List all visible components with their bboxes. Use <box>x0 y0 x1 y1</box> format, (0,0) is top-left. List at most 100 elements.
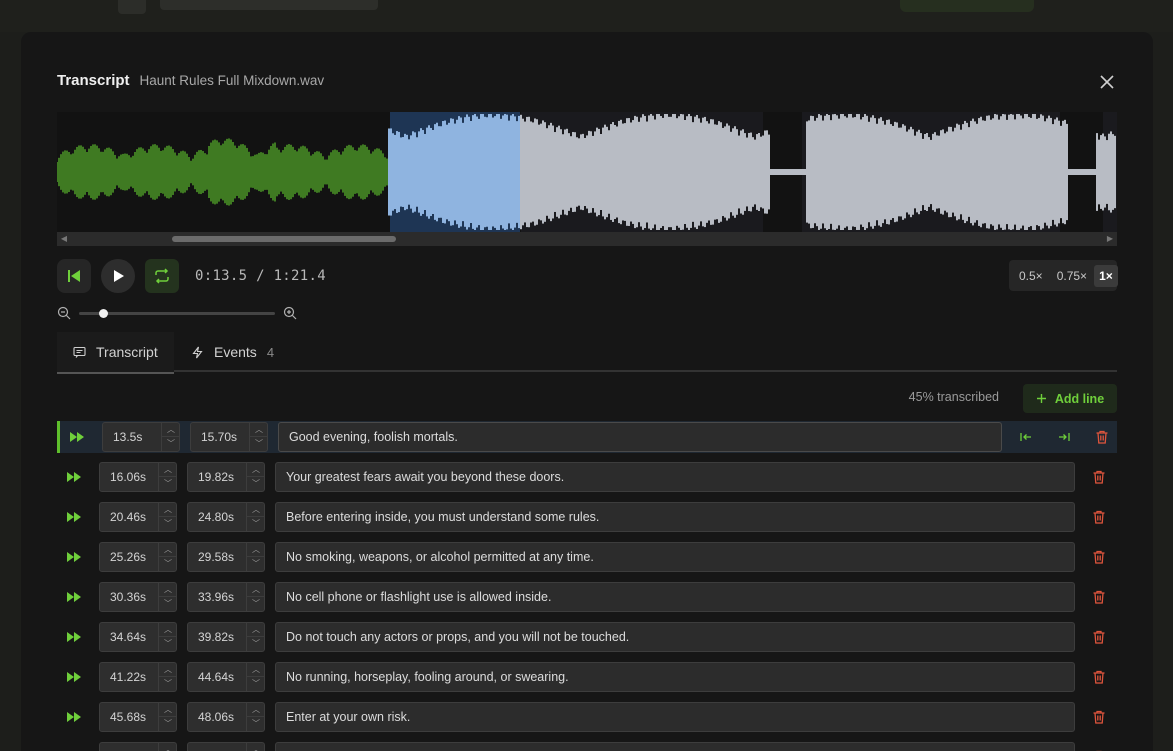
waveform-scrollbar[interactable]: ◀ ▶ <box>57 232 1117 246</box>
end-time-field[interactable]: 24.80s ︿ ﹀ <box>187 502 265 532</box>
start-time-value[interactable]: 13.5s <box>113 430 142 444</box>
play-segment-icon[interactable] <box>66 669 82 685</box>
increment-icon[interactable]: ︿ <box>247 463 265 477</box>
start-time-stepper[interactable]: ︿﹀ <box>161 423 180 451</box>
speed-option-0-5[interactable]: 0.5× <box>1014 265 1048 287</box>
start-time-field[interactable]: 45.68s ︿ ﹀ <box>99 702 177 732</box>
play-segment-icon[interactable] <box>66 549 82 565</box>
speed-option-0-75[interactable]: 0.75× <box>1052 265 1092 287</box>
end-time-stepper[interactable]: ︿﹀ <box>246 703 265 731</box>
end-time-field[interactable]: 48.06s ︿ ﹀ <box>187 702 265 732</box>
play-segment-icon[interactable] <box>66 509 82 525</box>
transcript-row[interactable]: 30.36s ︿ ﹀ 33.96s ︿ ﹀ No cell phone or flashli… <box>57 581 1117 613</box>
tab-transcript[interactable]: Transcript <box>57 332 174 374</box>
increment-icon[interactable]: ︿ <box>247 703 265 717</box>
decrement-icon[interactable]: ﹀ <box>162 437 180 451</box>
increment-icon[interactable]: ︿ <box>247 543 265 557</box>
transcript-row[interactable]: 25.26s ︿ ﹀ 29.58s ︿ ﹀ No smoking, weapons, or … <box>57 541 1117 573</box>
scroll-left-icon[interactable]: ◀ <box>59 234 69 244</box>
increment-icon[interactable]: ︿ <box>247 743 265 751</box>
delete-line-icon[interactable] <box>1091 669 1107 685</box>
line-text-field[interactable] <box>275 742 1075 751</box>
delete-line-icon[interactable] <box>1094 429 1110 445</box>
line-text-field[interactable]: Your greatest fears await you beyond the… <box>275 462 1075 492</box>
start-time-value[interactable]: 20.46s <box>110 510 146 524</box>
decrement-icon[interactable]: ﹀ <box>159 477 177 491</box>
end-time-stepper[interactable]: ︿﹀ <box>246 743 264 751</box>
line-text-field[interactable]: No running, horseplay, fooling around, o… <box>275 662 1075 692</box>
increment-icon[interactable]: ︿ <box>159 503 177 517</box>
scrollbar-thumb[interactable] <box>172 236 396 242</box>
decrement-icon[interactable]: ﹀ <box>247 717 265 731</box>
increment-icon[interactable]: ︿ <box>247 663 265 677</box>
line-text-field[interactable]: Good evening, foolish mortals. <box>278 422 1002 452</box>
end-time-field[interactable]: 33.96s ︿ ﹀ <box>187 582 265 612</box>
end-time-stepper[interactable]: ︿﹀ <box>246 503 265 531</box>
end-time-stepper[interactable]: ︿﹀ <box>246 583 265 611</box>
end-time-stepper[interactable]: ︿﹀ <box>246 663 265 691</box>
decrement-icon[interactable]: ﹀ <box>247 477 265 491</box>
increment-icon[interactable]: ︿ <box>162 423 180 437</box>
play-segment-icon[interactable] <box>66 589 82 605</box>
start-time-stepper[interactable]: ︿﹀ <box>158 463 177 491</box>
end-time-value[interactable]: 24.80s <box>198 510 234 524</box>
start-time-stepper[interactable]: ︿﹀ <box>158 543 177 571</box>
end-time-value[interactable]: 29.58s <box>198 550 234 564</box>
decrement-icon[interactable]: ﹀ <box>159 637 177 651</box>
increment-icon[interactable]: ︿ <box>247 503 265 517</box>
start-time-field[interactable]: 34.64s ︿ ﹀ <box>99 622 177 652</box>
transcript-row[interactable]: 13.5s ︿ ﹀ 15.70s ︿ ﹀ Good evening, foolish mor… <box>57 421 1117 453</box>
increment-icon[interactable]: ︿ <box>159 463 177 477</box>
decrement-icon[interactable]: ﹀ <box>159 557 177 571</box>
close-button[interactable] <box>1097 72 1117 92</box>
end-time-value[interactable]: 48.06s <box>198 710 234 724</box>
line-text-field[interactable]: No smoking, weapons, or alcohol permitte… <box>275 542 1075 572</box>
end-time-value[interactable]: 39.82s <box>198 630 234 644</box>
play-button[interactable] <box>101 259 135 293</box>
transcript-row[interactable]: 41.22s ︿ ﹀ 44.64s ︿ ﹀ No running, horseplay, f… <box>57 661 1117 693</box>
end-time-field[interactable]: 15.70s ︿ ﹀ <box>190 422 268 452</box>
start-time-value[interactable]: 41.22s <box>110 670 146 684</box>
end-time-stepper[interactable]: ︿﹀ <box>246 463 265 491</box>
decrement-icon[interactable]: ﹀ <box>247 597 265 611</box>
zoom-slider[interactable] <box>79 308 275 318</box>
start-time-field[interactable]: 25.26s ︿ ﹀ <box>99 542 177 572</box>
set-end-icon[interactable] <box>1056 429 1072 445</box>
zoom-out-icon[interactable] <box>57 306 71 320</box>
end-time-field[interactable]: 39.82s ︿ ﹀ <box>187 622 265 652</box>
transcript-row[interactable]: 45.68s ︿ ﹀ 48.06s ︿ ﹀ Enter at your own risk. <box>57 701 1117 733</box>
play-segment-icon[interactable] <box>66 709 82 725</box>
end-time-field[interactable]: 19.82s ︿ ﹀ <box>187 462 265 492</box>
end-time-value[interactable]: 15.70s <box>201 430 237 444</box>
scroll-right-icon[interactable]: ▶ <box>1105 234 1115 244</box>
speed-option-1[interactable]: 1× <box>1094 264 1118 287</box>
loop-button[interactable] <box>145 259 179 293</box>
line-text-field[interactable]: Do not touch any actors or props, and yo… <box>275 622 1075 652</box>
start-time-stepper[interactable]: ︿﹀ <box>158 623 177 651</box>
decrement-icon[interactable]: ﹀ <box>247 677 265 691</box>
start-time-field[interactable]: 20.46s ︿ ﹀ <box>99 502 177 532</box>
line-text-field[interactable]: Before entering inside, you must underst… <box>275 502 1075 532</box>
decrement-icon[interactable]: ﹀ <box>247 517 265 531</box>
start-time-field[interactable]: 30.36s ︿ ﹀ <box>99 582 177 612</box>
set-start-icon[interactable] <box>1018 429 1034 445</box>
decrement-icon[interactable]: ﹀ <box>159 517 177 531</box>
increment-icon[interactable]: ︿ <box>159 543 177 557</box>
decrement-icon[interactable]: ﹀ <box>159 597 177 611</box>
transcript-row[interactable]: 16.06s ︿ ﹀ 19.82s ︿ ﹀ Your greatest fears awai… <box>57 461 1117 493</box>
end-time-stepper[interactable]: ︿﹀ <box>249 423 268 451</box>
start-time-stepper[interactable]: ︿﹀ <box>158 583 177 611</box>
increment-icon[interactable]: ︿ <box>159 623 177 637</box>
tab-events[interactable]: Events 4 <box>175 332 290 372</box>
zoom-slider-knob[interactable] <box>99 308 108 318</box>
transcript-row[interactable]: 34.64s ︿ ﹀ 39.82s ︿ ﹀ Do not touch any actors … <box>57 621 1117 653</box>
start-time-stepper[interactable]: ︿﹀ <box>158 743 176 751</box>
increment-icon[interactable]: ︿ <box>159 743 177 751</box>
delete-line-icon[interactable] <box>1091 549 1107 565</box>
start-time-field[interactable]: ︿﹀ <box>99 742 177 751</box>
line-text-field[interactable]: Enter at your own risk. <box>275 702 1075 732</box>
start-time-stepper[interactable]: ︿﹀ <box>158 703 177 731</box>
start-time-stepper[interactable]: ︿﹀ <box>158 503 177 531</box>
increment-icon[interactable]: ︿ <box>250 423 268 437</box>
skip-back-button[interactable] <box>57 259 91 293</box>
